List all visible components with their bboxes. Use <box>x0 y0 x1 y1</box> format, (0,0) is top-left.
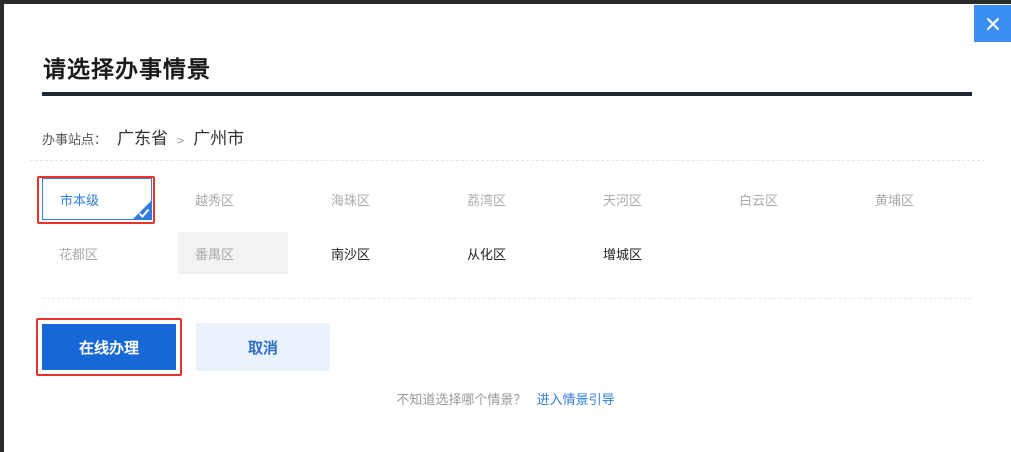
breadcrumb-label: 办事站点： <box>42 133 108 148</box>
breadcrumb: 办事站点： 广东省 > 广州市 <box>42 124 244 149</box>
breadcrumb-city[interactable]: 广州市 <box>193 124 244 149</box>
district-label: 越秀区 <box>195 193 235 209</box>
district-option[interactable]: 海珠区 <box>314 178 424 220</box>
online-process-button[interactable]: 在线办理 <box>42 324 176 370</box>
district-option[interactable]: 从化区 <box>450 232 560 274</box>
district-label: 南沙区 <box>331 247 371 263</box>
district-label: 番禺区 <box>195 247 235 263</box>
close-icon <box>986 17 999 30</box>
district-label: 天河区 <box>603 193 643 209</box>
check-icon <box>138 208 150 218</box>
hint-question: 不知道选择哪个情景？ <box>396 393 527 408</box>
divider-top <box>30 160 985 161</box>
breadcrumb-province[interactable]: 广东省 <box>117 124 168 149</box>
cancel-button[interactable]: 取消 <box>196 323 330 371</box>
close-button[interactable] <box>974 5 1011 42</box>
divider-bottom <box>42 298 972 299</box>
district-label: 荔湾区 <box>467 193 507 209</box>
district-label: 从化区 <box>467 247 507 263</box>
district-option[interactable]: 南沙区 <box>314 232 424 274</box>
title-underline <box>42 92 972 96</box>
district-option[interactable]: 荔湾区 <box>450 178 560 220</box>
district-option[interactable]: 天河区 <box>586 178 696 220</box>
breadcrumb-separator: > <box>176 134 186 147</box>
district-option[interactable]: 市本级 <box>42 178 152 220</box>
scenario-guide-link[interactable]: 进入情景引导 <box>537 393 615 408</box>
district-option[interactable]: 增城区 <box>586 232 696 274</box>
district-label: 黄埔区 <box>875 193 915 209</box>
district-label: 市本级 <box>60 193 100 209</box>
district-label: 花都区 <box>59 247 99 263</box>
district-option[interactable]: 黄埔区 <box>858 178 968 220</box>
district-option[interactable]: 白云区 <box>722 178 832 220</box>
district-label: 海珠区 <box>331 193 371 209</box>
district-option[interactable]: 花都区 <box>42 232 152 274</box>
dialog-title: 请选择办事情景 <box>43 57 211 83</box>
district-label: 白云区 <box>739 193 779 209</box>
district-option[interactable]: 越秀区 <box>178 178 288 220</box>
scenario-hint: 不知道选择哪个情景？ 进入情景引导 <box>0 389 1011 408</box>
district-label: 增城区 <box>603 247 643 263</box>
district-option[interactable]: 番禺区 <box>178 232 288 274</box>
